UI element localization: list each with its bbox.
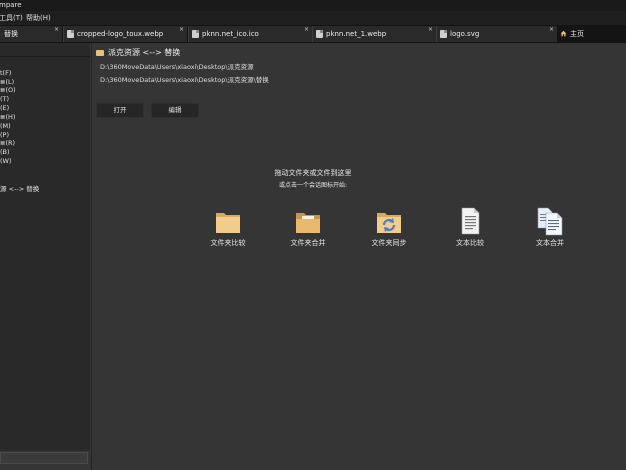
close-icon[interactable]: × — [304, 26, 309, 38]
window-title: mpare — [0, 1, 22, 9]
tab-label: cropped-logo_toux.webp — [77, 30, 164, 38]
folder-open-icon — [296, 213, 320, 233]
image-file-icon — [440, 30, 447, 38]
left-menu-item[interactable]: (W) — [0, 157, 12, 165]
menu-bar: 工具(T) 帮助(H) — [0, 11, 626, 25]
divider — [0, 56, 90, 57]
tab-bar: 替换 × cropped-logo_toux.webp × pknn.net_i… — [0, 25, 626, 43]
tab-cropped-logo[interactable]: cropped-logo_toux.webp × — [63, 26, 187, 42]
left-menu-item[interactable]: (E) — [0, 104, 9, 112]
left-panel-input[interactable] — [0, 452, 88, 464]
open-button[interactable]: 打开 — [96, 103, 144, 118]
image-file-icon — [316, 30, 323, 38]
left-menu-item[interactable]: (B) — [0, 148, 10, 156]
folder-sync-icon — [377, 213, 401, 233]
drop-hint: 拖动文件夹或文件到这里 — [274, 169, 352, 177]
left-menu-item[interactable]: (M) — [0, 122, 11, 130]
folder-icon — [96, 49, 104, 56]
tab-label: 替换 — [4, 30, 18, 38]
right-path: D:\360MoveData\Users\xiaoxi\Desktop\派克资源… — [100, 76, 269, 84]
left-menu-item[interactable]: ≣(R) — [0, 139, 15, 147]
tab-label: pknn.net_ico.ico — [202, 30, 259, 38]
text-documents-icon — [537, 207, 563, 236]
tab-label: logo.svg — [450, 30, 480, 38]
action-label: 文件夹合并 — [290, 239, 326, 247]
close-icon[interactable]: × — [54, 26, 59, 38]
divider — [91, 43, 92, 470]
left-menu-item[interactable]: ≣(H) — [0, 113, 15, 121]
tab-pknn-ico[interactable]: pknn.net_ico.ico × — [188, 26, 312, 42]
menu-help[interactable]: 帮助(H) — [26, 11, 51, 25]
text-document-icon — [461, 207, 480, 235]
image-file-icon — [192, 30, 199, 38]
close-icon[interactable]: × — [428, 26, 433, 38]
left-panel: t(F) ≣(L) ≣(O) (T) (E) ≣(H) (M) (P) ≣(R)… — [0, 43, 90, 451]
session-title: 派克资源 <--> 替换 — [96, 47, 180, 58]
title-bar: mpare — [0, 0, 626, 11]
action-label: 文件夹比较 — [210, 239, 246, 247]
left-menu-item[interactable]: (P) — [0, 131, 9, 139]
image-file-icon — [67, 30, 74, 38]
left-path: D:\360MoveData\Users\xiaoxi\Desktop\派克资源 — [100, 63, 254, 71]
session-title-text: 派克资源 <--> 替换 — [108, 48, 181, 57]
tab-replace[interactable]: 替换 × — [0, 26, 62, 42]
left-menu-item[interactable]: (T) — [0, 95, 9, 103]
drop-hint-sub: 或点击一个会话图标开始: — [278, 182, 348, 189]
left-menu-item[interactable]: t(F) — [0, 69, 11, 77]
action-label: 文本合并 — [536, 239, 564, 247]
menu-tools[interactable]: 工具(T) — [0, 11, 23, 25]
home-icon — [560, 30, 567, 37]
folder-icon — [216, 213, 240, 233]
close-icon[interactable]: × — [179, 26, 184, 38]
tab-home[interactable]: 主页 — [557, 26, 626, 42]
action-label: 文件夹同步 — [371, 239, 407, 247]
action-label: 文本比较 — [456, 239, 484, 247]
left-menu-item[interactable]: ≣(L) — [0, 78, 14, 86]
close-icon[interactable]: × — [549, 26, 554, 38]
tab-label: pknn.net_1.webp — [326, 30, 387, 38]
tab-pknn-webp[interactable]: pknn.net_1.webp × — [312, 26, 436, 42]
tab-label: 主页 — [570, 30, 584, 38]
edit-button[interactable]: 编辑 — [151, 103, 199, 118]
left-menu-item[interactable]: ≣(O) — [0, 86, 16, 94]
tab-logo-svg[interactable]: logo.svg × — [436, 26, 557, 42]
